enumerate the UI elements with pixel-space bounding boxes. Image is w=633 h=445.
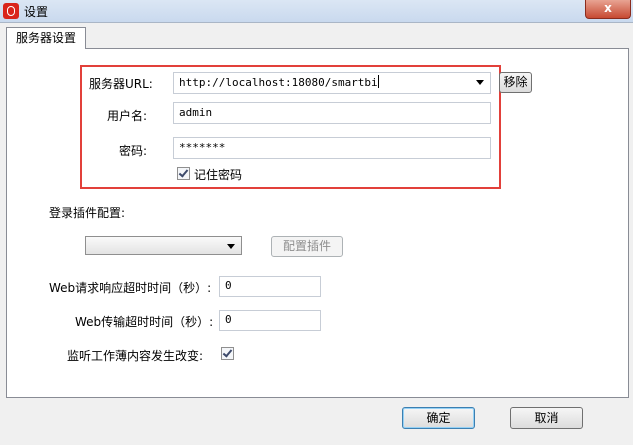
- chevron-down-icon: [227, 244, 235, 249]
- password-field[interactable]: *******: [173, 137, 491, 159]
- window-title: 设置: [24, 5, 49, 19]
- server-url-combo[interactable]: http://localhost:18080/smartbi: [173, 72, 491, 94]
- ok-button[interactable]: 确定: [402, 407, 475, 429]
- server-url-value: http://localhost:18080/smartbi: [179, 76, 378, 89]
- username-field[interactable]: admin: [173, 102, 491, 124]
- response-timeout-field[interactable]: 0: [219, 276, 321, 297]
- app-icon: [3, 3, 19, 19]
- tab-server-settings[interactable]: 服务器设置: [6, 27, 86, 49]
- monitor-workbook-checkbox[interactable]: [221, 347, 234, 360]
- transfer-timeout-label: Web传输超时时间（秒）:: [75, 315, 214, 329]
- remember-password-label: 记住密码: [194, 168, 243, 182]
- title-bar: 设置 x: [0, 0, 633, 23]
- cancel-button[interactable]: 取消: [510, 407, 583, 429]
- login-plugin-select[interactable]: [85, 236, 242, 255]
- server-url-label: 服务器URL:: [89, 77, 153, 91]
- response-timeout-label: Web请求响应超时时间（秒）:: [49, 281, 212, 295]
- chevron-down-icon[interactable]: [476, 80, 484, 85]
- username-label: 用户名:: [107, 109, 148, 123]
- remove-button[interactable]: 移除: [499, 72, 532, 93]
- remember-password-checkbox[interactable]: [177, 167, 190, 180]
- monitor-workbook-label: 监听工作薄内容发生改变:: [67, 349, 204, 363]
- configure-plugin-button[interactable]: 配置插件: [271, 236, 343, 257]
- login-plugin-label: 登录插件配置:: [49, 206, 126, 220]
- text-caret: [377, 75, 379, 88]
- password-label: 密码:: [119, 144, 148, 158]
- close-button[interactable]: x: [585, 0, 631, 19]
- transfer-timeout-field[interactable]: 0: [219, 310, 321, 331]
